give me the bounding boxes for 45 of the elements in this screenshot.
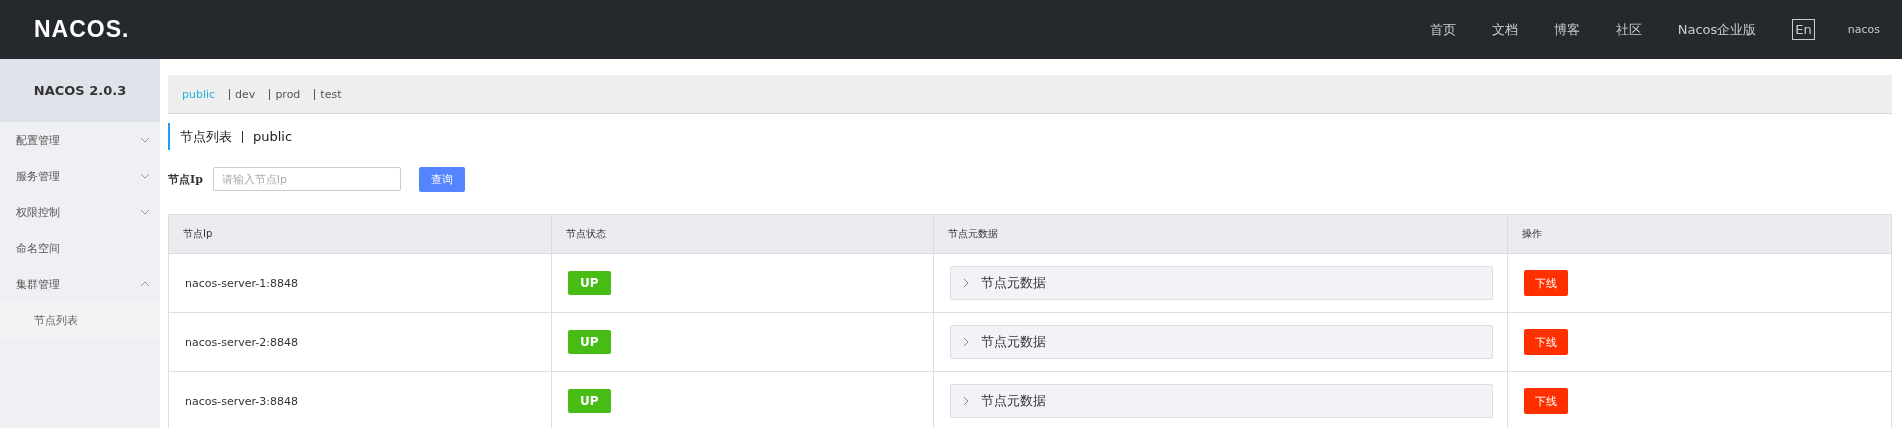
nav-link[interactable]: 文档 <box>1491 20 1518 39</box>
language-button[interactable]: En <box>1792 19 1815 40</box>
status-badge: UP <box>568 389 611 413</box>
menu-item[interactable]: 权限控制 <box>0 194 160 230</box>
chevron-down-icon <box>140 137 150 143</box>
metadata-panel[interactable]: 节点元数据 <box>950 266 1493 300</box>
ip-input-field[interactable]: 请输入节点Ip <box>212 167 401 191</box>
menu-item[interactable]: 命名空间 <box>0 230 160 266</box>
namespace-name: public <box>253 129 293 144</box>
status-badge: UP <box>568 330 611 354</box>
sidebar-title: NACOS 2.0.3 <box>0 59 160 122</box>
nav-link[interactable]: 社区 <box>1615 20 1642 39</box>
chevron-up-icon <box>140 281 150 287</box>
nav-link[interactable]: 首页 <box>1429 20 1456 39</box>
namespace-tab[interactable]: dev <box>235 87 256 101</box>
logo[interactable]: NACOS. <box>34 16 130 43</box>
chevron-right-icon <box>963 278 969 288</box>
chevron-down-icon <box>140 209 150 215</box>
menu-item[interactable]: 服务管理 <box>0 158 160 194</box>
field-label: 节点Ip <box>168 171 203 187</box>
namespace-tab[interactable]: test <box>320 87 342 101</box>
column-header: 操作 <box>1521 227 1543 241</box>
table-cell: nacos-server-1:8848 <box>169 254 552 312</box>
nav-link[interactable]: 博客 <box>1553 20 1580 39</box>
column-header: 节点元数据 <box>934 215 1508 253</box>
offline-button[interactable]: 下线 <box>1524 270 1568 296</box>
offline-button[interactable]: 下线 <box>1524 388 1568 414</box>
namespace-tab[interactable]: prod <box>275 87 301 101</box>
user-name[interactable]: nacos <box>1847 23 1880 36</box>
metadata-panel[interactable]: 节点元数据 <box>950 325 1493 359</box>
page-title: 节点列表 <box>180 127 232 146</box>
nav-link[interactable]: Nacos企业版 <box>1677 20 1757 39</box>
offline-button[interactable]: 下线 <box>1524 329 1568 355</box>
column-header: 节点状态 <box>552 215 934 253</box>
table-cell: nacos-server-2:8848 <box>169 313 552 371</box>
chevron-right-icon <box>963 337 969 347</box>
table-cell: nacos-server-3:8848 <box>169 372 552 428</box>
column-header: 节点Ip <box>169 215 552 253</box>
menu-item[interactable]: 配置管理 <box>0 122 160 158</box>
chevron-right-icon <box>963 396 969 406</box>
menu-item[interactable]: 集群管理 <box>0 266 160 302</box>
status-badge: UP <box>568 271 611 295</box>
submenu-item[interactable]: 节点列表 <box>0 302 160 338</box>
metadata-panel[interactable]: 节点元数据 <box>950 384 1493 418</box>
chevron-down-icon <box>140 173 150 179</box>
